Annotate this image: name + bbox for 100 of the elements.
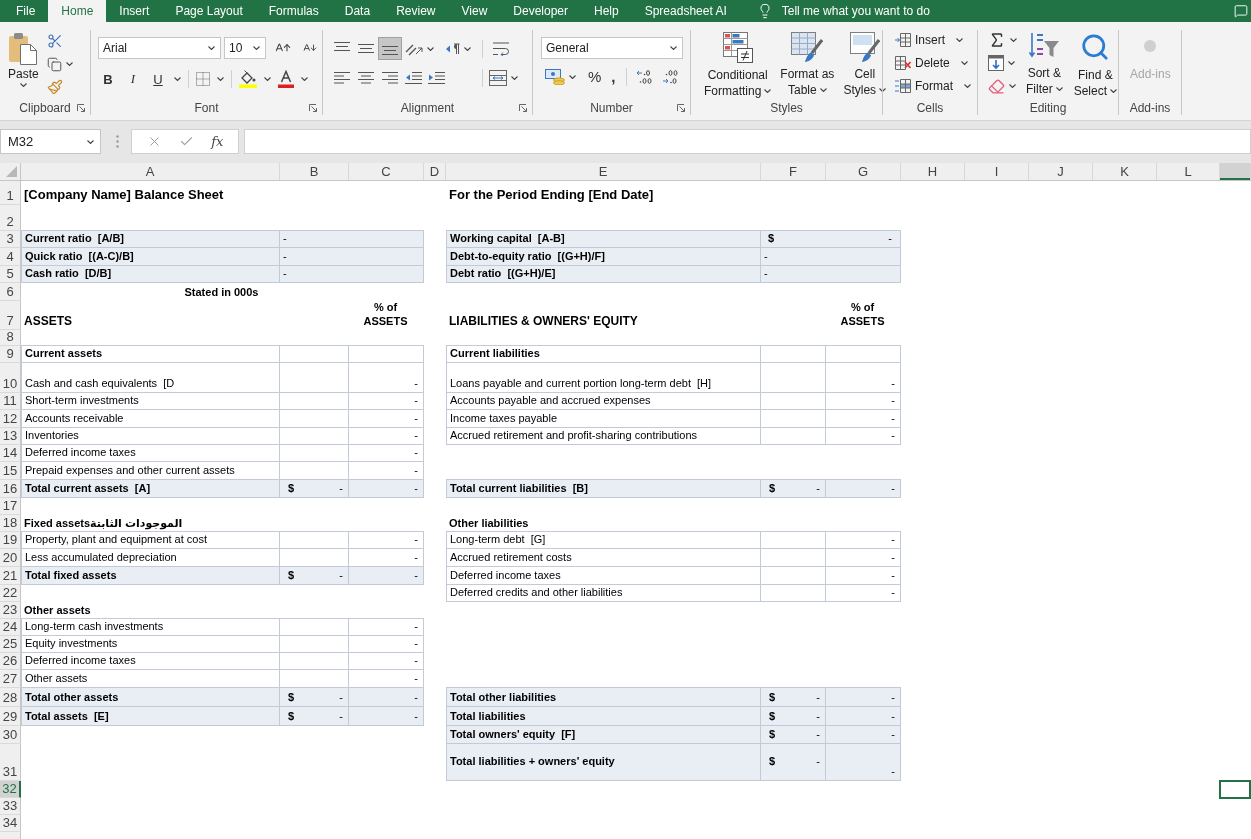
- row-header[interactable]: 20: [0, 549, 21, 567]
- decrease-decimal-icon[interactable]: [661, 70, 678, 84]
- row-header[interactable]: 10: [0, 363, 21, 393]
- menu-tab[interactable]: Data: [331, 0, 384, 22]
- column-header[interactable]: D: [424, 163, 446, 180]
- underline-button[interactable]: U: [149, 70, 167, 88]
- menu-tab[interactable]: Review: [383, 0, 449, 22]
- font-name-field[interactable]: Arial: [98, 37, 221, 59]
- insert-function-button[interactable]: fx: [211, 134, 224, 149]
- row-header[interactable]: 19: [0, 532, 21, 549]
- paragraph-direction-icon[interactable]: [446, 42, 460, 55]
- paintbrush-icon[interactable]: [46, 79, 63, 95]
- number-format-field[interactable]: General: [541, 37, 683, 59]
- row-header[interactable]: 23: [0, 602, 21, 619]
- column-header[interactable]: E: [446, 163, 761, 180]
- caret-icon[interactable]: [1008, 61, 1015, 65]
- cell-styles-button[interactable]: Cell Styles: [841, 32, 889, 98]
- menu-tab[interactable]: Formulas: [255, 0, 332, 22]
- row-header[interactable]: 33: [0, 798, 21, 815]
- paint-bucket-icon[interactable]: [239, 70, 257, 88]
- format-as-table-button[interactable]: Format as Table: [778, 32, 837, 98]
- sort-filter-button[interactable]: Sort & Filter: [1024, 32, 1065, 97]
- caret-icon[interactable]: [264, 77, 271, 81]
- comma-style-button[interactable]: ,: [609, 68, 618, 86]
- caret-icon[interactable]: [1009, 84, 1016, 88]
- row-header[interactable]: 12: [0, 410, 21, 428]
- column-header[interactable]: I: [965, 163, 1029, 180]
- decrease-indent-icon[interactable]: [405, 72, 422, 84]
- row-header[interactable]: 14: [0, 445, 21, 462]
- copy-icon[interactable]: [46, 56, 62, 72]
- column-header[interactable]: B: [280, 163, 349, 180]
- merge-cells-icon[interactable]: [489, 70, 507, 86]
- menu-tab[interactable]: Page Layout: [162, 0, 256, 22]
- row-header[interactable]: 21: [0, 567, 21, 585]
- down-arrow-box-icon[interactable]: [988, 55, 1004, 71]
- corner-arrow-icon[interactable]: [309, 104, 317, 112]
- column-header[interactable]: H: [901, 163, 965, 180]
- menu-tab[interactable]: View: [448, 0, 501, 22]
- comment-icon[interactable]: [1234, 4, 1248, 18]
- row-header[interactable]: 29: [0, 707, 21, 726]
- row-header[interactable]: 5: [0, 266, 21, 283]
- caret-icon[interactable]: [511, 76, 518, 80]
- corner-arrow-icon[interactable]: [677, 104, 685, 112]
- menu-tab[interactable]: Help: [581, 0, 632, 22]
- column-header[interactable]: A: [21, 163, 280, 180]
- delete-button[interactable]: Delete: [895, 55, 971, 71]
- row-header[interactable]: 30: [0, 726, 21, 744]
- money-coins-icon[interactable]: [545, 69, 565, 85]
- scissors-icon[interactable]: [46, 33, 63, 49]
- formula-input[interactable]: [244, 129, 1251, 154]
- percent-style-button[interactable]: %: [586, 68, 604, 86]
- caret-icon[interactable]: [301, 77, 308, 81]
- column-header[interactable]: C: [349, 163, 424, 180]
- conditional-formatting-button[interactable]: Conditional Formatting: [702, 32, 774, 99]
- corner-arrow-icon[interactable]: [519, 104, 527, 112]
- align-bottom-button[interactable]: [378, 37, 402, 60]
- search-field[interactable]: Tell me what you want to do: [781, 3, 962, 19]
- row-header[interactable]: 4: [0, 248, 21, 266]
- increase-decimal-icon[interactable]: [635, 70, 652, 84]
- row-header[interactable]: 3: [0, 231, 21, 248]
- caret-icon[interactable]: [464, 46, 471, 51]
- font-color-icon[interactable]: [278, 70, 294, 88]
- menu-tab[interactable]: File: [3, 0, 49, 22]
- caret-icon[interactable]: [569, 75, 576, 79]
- row-header[interactable]: 17: [0, 498, 21, 515]
- row-header[interactable]: 16: [0, 480, 21, 498]
- column-header[interactable]: K: [1093, 163, 1157, 180]
- italic-button[interactable]: I: [124, 70, 142, 88]
- row-header[interactable]: 13: [0, 428, 21, 445]
- row-header[interactable]: 8: [0, 330, 21, 346]
- row-header[interactable]: 27: [0, 670, 21, 688]
- increase-indent-icon[interactable]: [428, 72, 445, 84]
- caret-icon[interactable]: [427, 46, 434, 51]
- menu-tab[interactable]: Home: [48, 0, 107, 22]
- corner-arrow-icon[interactable]: [77, 104, 85, 112]
- find-select-button[interactable]: Find & Select: [1071, 32, 1120, 99]
- row-header[interactable]: 31: [0, 744, 21, 781]
- row-header[interactable]: 6: [0, 283, 21, 301]
- align-right-icon[interactable]: [382, 72, 398, 84]
- name-box[interactable]: M32: [0, 129, 101, 154]
- row-header[interactable]: 28: [0, 688, 21, 707]
- row-header[interactable]: 2: [0, 205, 21, 231]
- row-header[interactable]: 15: [0, 462, 21, 480]
- align-left-icon[interactable]: [334, 72, 350, 84]
- row-header[interactable]: 24: [0, 619, 21, 636]
- row-header[interactable]: 18: [0, 515, 21, 532]
- row-header[interactable]: 34: [0, 815, 21, 832]
- column-header[interactable]: [1220, 163, 1251, 180]
- row-header[interactable]: 11: [0, 393, 21, 410]
- row-header[interactable]: 32: [0, 781, 21, 798]
- insert-button[interactable]: Insert: [895, 32, 971, 48]
- caret-icon[interactable]: [174, 77, 181, 81]
- column-header[interactable]: J: [1029, 163, 1093, 180]
- column-header[interactable]: F: [761, 163, 826, 180]
- row-header[interactable]: 22: [0, 585, 21, 602]
- row-header[interactable]: 1: [0, 181, 21, 205]
- align-center-icon[interactable]: [358, 72, 374, 84]
- row-header[interactable]: 9: [0, 346, 21, 363]
- row-header[interactable]: 26: [0, 653, 21, 670]
- format-button[interactable]: Format: [895, 78, 971, 94]
